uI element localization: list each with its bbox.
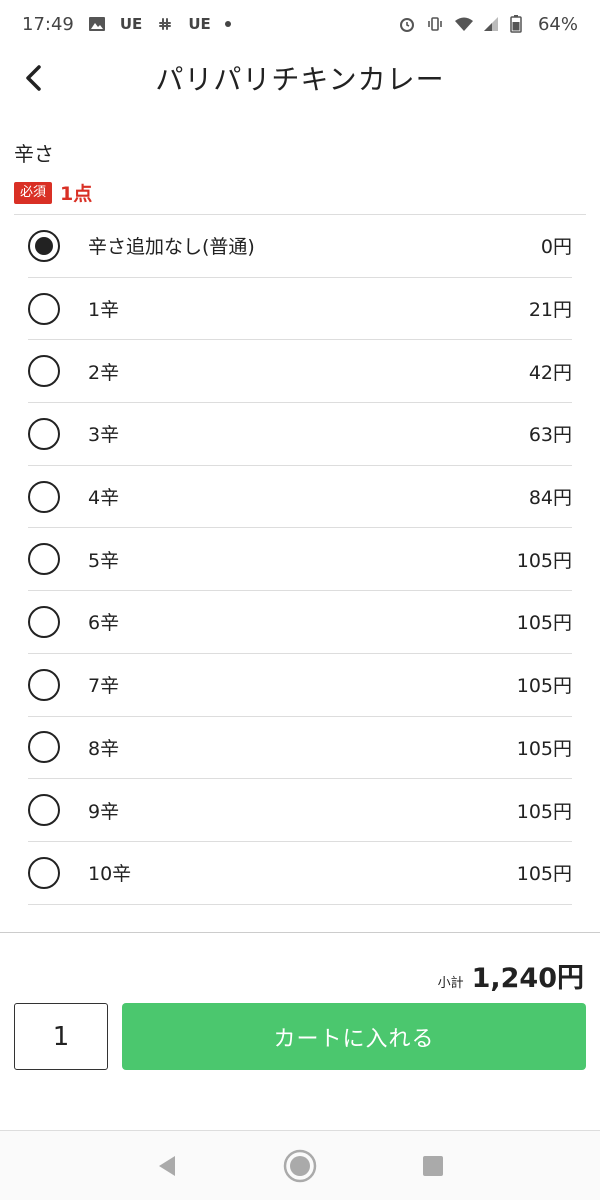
option-price: 0円: [540, 236, 572, 259]
battery-percent: 64%: [537, 13, 578, 35]
notif-ue-1: UE: [119, 15, 143, 33]
radio-selected-icon[interactable]: [28, 229, 60, 262]
option-label: 4辛: [88, 487, 120, 510]
section-title: 辛さ: [14, 142, 54, 166]
divider: [0, 932, 600, 933]
radio-unselected-icon[interactable]: [28, 731, 60, 764]
option-label: 5辛: [88, 549, 120, 572]
option-price: 84円: [528, 487, 572, 510]
option-label: 3辛: [88, 424, 120, 447]
radio-unselected-icon[interactable]: [28, 292, 60, 325]
spice-option[interactable]: 2辛 42円: [28, 340, 572, 404]
gallery-icon: [88, 15, 106, 33]
battery-icon: [510, 15, 528, 33]
spice-option[interactable]: 3辛 63円: [28, 403, 572, 466]
option-label: 9辛: [88, 800, 120, 823]
spice-options-list: 辛さ追加なし(普通) 0円 1辛 21円 2辛 42円 3辛 63円 4辛 84円 5辛 105円 6辛…: [14, 214, 586, 905]
slack-icon: [156, 15, 174, 33]
required-count: 1点: [60, 183, 93, 205]
spice-option[interactable]: 辛さ追加なし(普通) 0円: [28, 215, 572, 278]
option-price: 105円: [516, 612, 572, 635]
option-price: 105円: [516, 675, 572, 698]
notif-ue-2: UE: [188, 15, 211, 33]
alarm-icon: [398, 15, 416, 33]
option-price: 105円: [516, 800, 572, 823]
option-price: 105円: [516, 549, 572, 572]
required-badge: 必須: [14, 181, 53, 204]
nav-recents-button[interactable]: [413, 1146, 453, 1186]
radio-unselected-icon[interactable]: [28, 794, 60, 827]
spice-option[interactable]: 8辛 105円: [28, 717, 572, 780]
triangle-back-icon: [158, 1155, 175, 1176]
back-button[interactable]: [14, 58, 54, 98]
option-price: 63円: [528, 424, 572, 447]
signal-icon: [482, 15, 500, 33]
quantity-field[interactable]: 1: [14, 1003, 108, 1070]
subtotal: 小計 1,240円: [438, 956, 584, 995]
spice-option[interactable]: 5辛 105円: [28, 528, 572, 592]
add-to-cart-button[interactable]: カートに入れる: [122, 1003, 586, 1070]
chevron-left-icon: [26, 65, 41, 91]
option-price: 105円: [516, 737, 572, 760]
wifi-icon: [454, 15, 473, 33]
radio-unselected-icon[interactable]: [28, 605, 60, 638]
status-bar: 17:49 UE UE 64%: [0, 0, 600, 48]
option-label: 辛さ追加なし(普通): [88, 236, 255, 259]
option-label: 2辛: [88, 361, 120, 384]
option-label: 10辛: [88, 863, 132, 886]
option-price: 42円: [528, 361, 572, 384]
option-price: 21円: [528, 299, 572, 322]
option-label: 1辛: [88, 299, 120, 322]
option-label: 8辛: [88, 737, 120, 760]
page-title: パリパリチキンカレー: [155, 63, 445, 96]
vibrate-icon: [426, 15, 444, 33]
spice-option[interactable]: 1辛 21円: [28, 278, 572, 341]
subtotal-value: 1,240円: [471, 963, 584, 994]
spice-option[interactable]: 4辛 84円: [28, 466, 572, 529]
subtotal-label: 小計: [437, 976, 464, 991]
spice-option[interactable]: 9辛 105円: [28, 779, 572, 842]
option-label: 7辛: [88, 675, 120, 698]
nav-back-button[interactable]: [147, 1146, 187, 1186]
radio-unselected-icon[interactable]: [28, 856, 60, 889]
radio-unselected-icon[interactable]: [28, 355, 60, 388]
header: パリパリチキンカレー: [0, 48, 600, 108]
radio-unselected-icon[interactable]: [28, 417, 60, 450]
system-nav-bar: [0, 1130, 600, 1200]
spice-option[interactable]: 10辛 105円: [28, 842, 572, 905]
nav-home-button[interactable]: [280, 1146, 320, 1186]
radio-unselected-icon[interactable]: [28, 543, 60, 576]
status-time: 17:49: [22, 13, 74, 35]
option-label: 6辛: [88, 612, 120, 635]
option-price: 105円: [516, 863, 572, 886]
radio-unselected-icon[interactable]: [28, 480, 60, 513]
spice-option[interactable]: 7辛 105円: [28, 654, 572, 717]
square-recents-icon: [423, 1155, 444, 1176]
more-notifications-dot-icon: [224, 21, 231, 27]
radio-fill: [35, 236, 53, 255]
home-circle-icon: [283, 1149, 317, 1182]
radio-unselected-icon[interactable]: [28, 668, 60, 701]
spice-option[interactable]: 6辛 105円: [28, 591, 572, 654]
spice-section-header: 辛さ 必須 1点: [14, 138, 586, 206]
